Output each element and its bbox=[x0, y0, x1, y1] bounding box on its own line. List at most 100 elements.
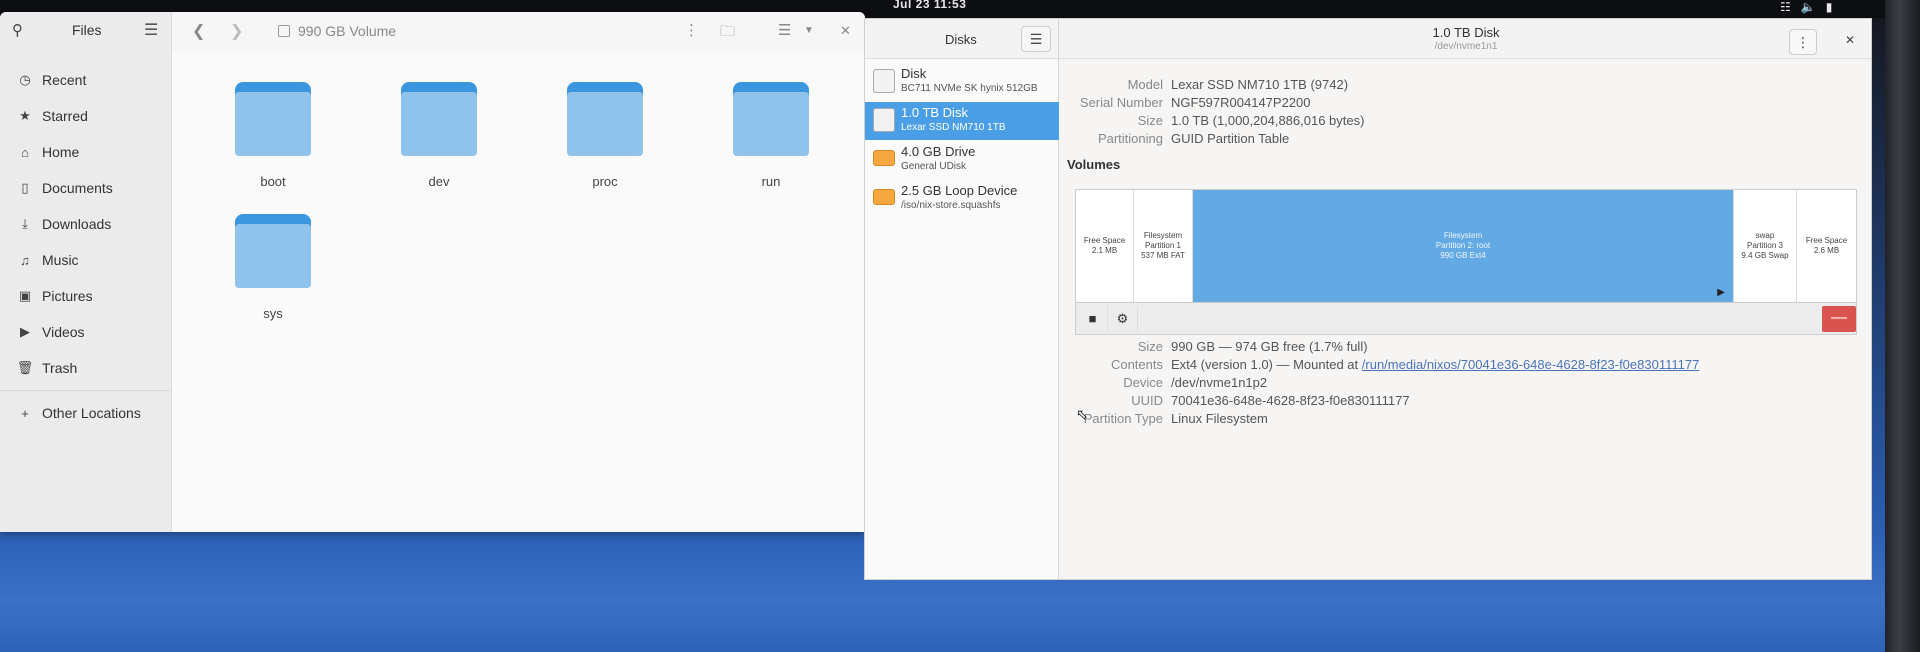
files-headerbar: ❮ ❯ 990 GB Volume ⋮ 🗀 ☰ ▼ ✕ bbox=[172, 12, 865, 52]
folder-search-icon[interactable]: 🗀 bbox=[720, 21, 735, 46]
folder-item[interactable]: boot bbox=[218, 82, 328, 189]
mounted-indicator-icon: ▶ bbox=[1717, 287, 1725, 298]
sidebar-item-home[interactable]: ⌂ Home bbox=[0, 134, 172, 170]
segment-label: 2.6 MB bbox=[1813, 246, 1840, 255]
info-key: Partition Type bbox=[1083, 411, 1163, 426]
drive-name: 2.5 GB Loop Device bbox=[901, 183, 1018, 198]
main-menu-button[interactable]: ☰ bbox=[144, 20, 158, 40]
disk-device-path: /dev/nvme1n1 bbox=[1434, 41, 1498, 52]
back-button[interactable]: ❮ bbox=[192, 21, 205, 41]
sidebar-item-label: Recent bbox=[42, 72, 87, 88]
sidebar-item-trash[interactable]: 🗑 Trash bbox=[0, 350, 172, 386]
sidebar-item-label: Videos bbox=[42, 324, 85, 340]
places-list: ◷ Recent ★ Starred ⌂ Home ▯ Documents ⤓ … bbox=[0, 62, 172, 431]
kebab-menu-icon[interactable]: ⋮ bbox=[1789, 29, 1817, 55]
volume-icon: 🔈 bbox=[1800, 0, 1816, 14]
folder-label: run bbox=[761, 174, 781, 189]
sidebar-item-recent[interactable]: ◷ Recent bbox=[0, 62, 172, 98]
segment-label: swap bbox=[1755, 231, 1775, 240]
drive-item[interactable]: Disk BC711 NVMe SK hynix 512GB bbox=[865, 63, 1059, 101]
info-value: 1.0 TB (1,000,204,886,016 bytes) bbox=[1171, 113, 1365, 128]
screen-bezel bbox=[1885, 0, 1920, 652]
sidebar-item-starred[interactable]: ★ Starred bbox=[0, 98, 172, 134]
document-icon: ▯ bbox=[21, 180, 29, 195]
sidebar-item-downloads[interactable]: ⤓ Downloads bbox=[0, 206, 172, 242]
unmount-button[interactable]: ■ bbox=[1078, 306, 1108, 332]
folder-icon bbox=[567, 82, 643, 156]
folder-item[interactable]: dev bbox=[384, 82, 494, 189]
sidebar-item-other-locations[interactable]: + Other Locations bbox=[0, 395, 172, 431]
clock[interactable]: Jul 23 11:53 bbox=[893, 0, 966, 11]
home-icon: ⌂ bbox=[21, 144, 29, 160]
sidebar-item-label: Other Locations bbox=[42, 405, 141, 421]
folder-item[interactable]: proc bbox=[550, 82, 660, 189]
main-menu-button[interactable]: ☰ bbox=[1021, 26, 1051, 52]
volume-segment-partition-1[interactable]: Filesystem Partition 1 537 MB FAT bbox=[1134, 190, 1193, 302]
delete-partition-button[interactable]: — bbox=[1822, 306, 1856, 332]
info-key: Partitioning bbox=[1097, 131, 1163, 146]
drive-model: Lexar SSD NM710 1TB bbox=[901, 122, 1006, 133]
sidebar-separator bbox=[0, 390, 172, 391]
folder-label: sys bbox=[263, 306, 283, 321]
info-value: GUID Partition Table bbox=[1171, 131, 1290, 146]
folder-icon bbox=[733, 82, 809, 156]
info-key: Contents bbox=[1110, 357, 1163, 372]
clock-icon: ◷ bbox=[19, 72, 31, 87]
drive-name: Disk bbox=[901, 66, 927, 81]
sidebar-item-pictures[interactable]: ▣ Pictures bbox=[0, 278, 172, 314]
info-key: Model bbox=[1127, 77, 1163, 92]
files-window: ⚲ Files ☰ ◷ Recent ★ Starred ⌂ Home ▯ Do… bbox=[0, 12, 865, 532]
mount-path-link[interactable]: /run/media/nixos/70041e36-648e-4628-8f23… bbox=[1362, 357, 1700, 372]
close-icon[interactable]: ✕ bbox=[840, 23, 851, 39]
volume-segment-free-space[interactable]: Free Space 2.1 MB bbox=[1076, 190, 1134, 302]
disk-icon bbox=[873, 108, 895, 132]
drive-icon bbox=[278, 25, 290, 37]
drive-item[interactable]: 4.0 GB Drive General UDisk bbox=[865, 141, 1059, 179]
download-icon: ⤓ bbox=[22, 216, 28, 231]
search-icon[interactable]: ⚲ bbox=[12, 21, 23, 39]
trash-icon: 🗑 bbox=[16, 360, 34, 375]
drive-item-selected[interactable]: 1.0 TB Disk Lexar SSD NM710 1TB bbox=[865, 102, 1059, 140]
segment-label: Partition 2: root bbox=[1435, 241, 1491, 250]
gear-icon[interactable]: ⚙ bbox=[1108, 306, 1138, 332]
contents-text: Ext4 (version 1.0) — Mounted at bbox=[1171, 357, 1359, 372]
segment-label: Free Space bbox=[1805, 236, 1848, 245]
sidebar-item-label: Music bbox=[42, 252, 79, 268]
battery-icon: ▮ bbox=[1825, 0, 1833, 14]
system-tray[interactable]: ☷ 🔈 ▮ bbox=[1780, 0, 1832, 14]
info-value: /dev/nvme1n1p2 bbox=[1171, 375, 1268, 390]
folder-label: boot bbox=[260, 174, 286, 189]
app-title: Disks bbox=[945, 32, 977, 47]
files-main: ❮ ❯ 990 GB Volume ⋮ 🗀 ☰ ▼ ✕ boot dev pro… bbox=[172, 12, 865, 532]
volume-toolbar: ■ ⚙ — bbox=[1075, 303, 1857, 335]
loop-device-icon bbox=[873, 189, 895, 205]
info-value: 990 GB — 974 GB free (1.7% full) bbox=[1171, 339, 1368, 354]
volume-segment-partition-3[interactable]: swap Partition 3 9.4 GB Swap bbox=[1734, 190, 1797, 302]
volume-segment-partition-2[interactable]: Filesystem Partition 2: root 990 GB Ext4… bbox=[1193, 190, 1734, 302]
drive-model: /iso/nix-store.squashfs bbox=[901, 200, 1001, 211]
volume-segment-free-space-end[interactable]: Free Space 2.6 MB bbox=[1797, 190, 1856, 302]
location-label: 990 GB Volume bbox=[298, 23, 397, 39]
chevron-down-icon[interactable]: ▼ bbox=[804, 25, 814, 36]
folder-icon bbox=[235, 214, 311, 288]
sidebar-item-label: Home bbox=[42, 144, 80, 160]
sidebar-item-videos[interactable]: ▶ Videos bbox=[0, 314, 172, 350]
kebab-menu-icon[interactable]: ⋮ bbox=[684, 21, 699, 39]
info-key: Size bbox=[1137, 113, 1163, 128]
folder-icon bbox=[235, 82, 311, 156]
list-view-icon[interactable]: ☰ bbox=[778, 21, 791, 39]
drive-name: 4.0 GB Drive bbox=[901, 144, 976, 159]
folder-item[interactable]: run bbox=[716, 82, 826, 189]
segment-label: Free Space bbox=[1083, 236, 1126, 245]
forward-button[interactable]: ❯ bbox=[230, 21, 243, 41]
info-key: Size bbox=[1137, 339, 1163, 354]
sidebar-item-music[interactable]: ♫ Music bbox=[0, 242, 172, 278]
drive-item[interactable]: 2.5 GB Loop Device /iso/nix-store.squash… bbox=[865, 180, 1059, 218]
path-bar[interactable]: 990 GB Volume bbox=[278, 18, 708, 44]
sidebar-item-label: Downloads bbox=[42, 216, 112, 232]
plus-icon: + bbox=[21, 405, 29, 421]
info-value: NGF597R004147P2200 bbox=[1171, 95, 1311, 110]
close-icon[interactable]: ✕ bbox=[1845, 33, 1855, 47]
folder-item[interactable]: sys bbox=[218, 214, 328, 321]
sidebar-item-documents[interactable]: ▯ Documents bbox=[0, 170, 172, 206]
